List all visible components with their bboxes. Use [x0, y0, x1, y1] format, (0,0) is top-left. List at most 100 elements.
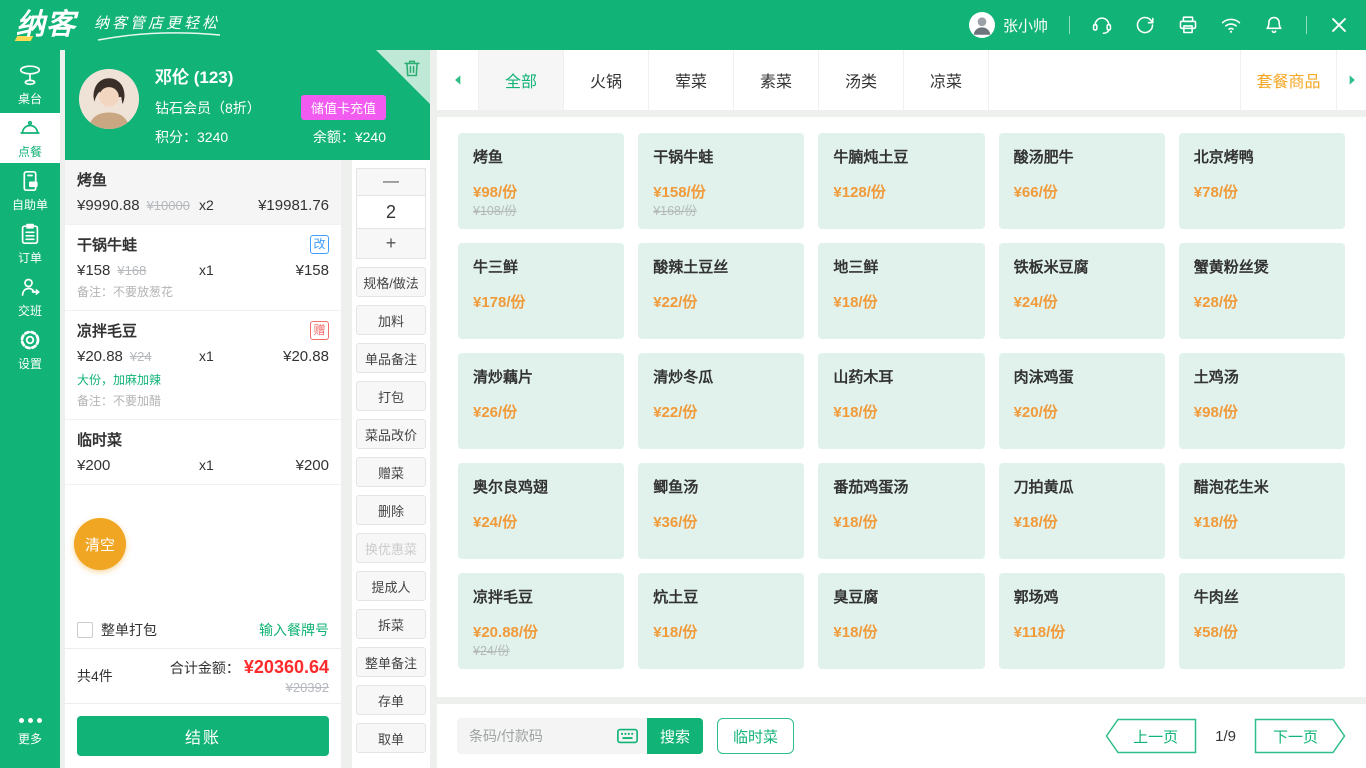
sidebar-item-orders[interactable]: 订单 [0, 219, 60, 269]
category-tabs: 全部 火锅 荤菜 素菜 汤类 凉菜 [479, 50, 989, 110]
menu-item-card[interactable]: 刀拍黄瓜 ¥18/份 [999, 463, 1165, 559]
order-item-quantity: x1 [199, 457, 251, 473]
menu-item-price: ¥18/份 [833, 291, 969, 312]
menu-panel: 烤鱼 ¥98/份 ¥108/份 干锅牛蛙 ¥158/份 ¥168/份 牛腩炖土豆… [437, 117, 1366, 697]
sync-icon[interactable] [1134, 14, 1156, 36]
sidebar-item-tables[interactable]: 桌台 [0, 60, 60, 110]
support-icon[interactable] [1091, 14, 1113, 36]
menu-item-card[interactable]: 郭场鸡 ¥118/份 [999, 573, 1165, 669]
tab-combo-products[interactable]: 套餐商品 [1240, 50, 1336, 110]
bell-icon[interactable] [1263, 14, 1285, 36]
next-page-button[interactable]: 下一页 [1254, 718, 1346, 754]
balance-value: ¥240 [355, 129, 386, 145]
pack-whole-order-checkbox[interactable] [77, 622, 93, 638]
category-tab[interactable]: 汤类 [819, 50, 904, 110]
quantity-minus-button[interactable]: — [356, 168, 426, 196]
action-button[interactable]: 打包 [356, 381, 426, 411]
quantity-plus-button[interactable]: + [356, 228, 426, 259]
action-button[interactable]: 删除 [356, 495, 426, 525]
search-button[interactable]: 搜索 [647, 718, 703, 754]
tabs-scroll-left-icon[interactable] [437, 50, 479, 110]
order-item-price: ¥200 [77, 457, 110, 474]
menu-item-card[interactable]: 干锅牛蛙 ¥158/份 ¥168/份 [638, 133, 804, 229]
menu-item-card[interactable]: 臭豆腐 ¥18/份 [818, 573, 984, 669]
menu-item-card[interactable]: 酸辣土豆丝 ¥22/份 [638, 243, 804, 339]
enter-table-number-link[interactable]: 输入餐牌号 [259, 620, 329, 640]
category-tab[interactable]: 素菜 [734, 50, 819, 110]
sidebar-item-self-order[interactable]: 自助单 [0, 166, 60, 216]
order-item-price: ¥158 [77, 262, 110, 279]
category-tab[interactable]: 火锅 [564, 50, 649, 110]
keyboard-icon[interactable] [616, 725, 639, 747]
action-button[interactable]: 存单 [356, 685, 426, 715]
order-item-header: 凉拌毛豆 赠 [77, 320, 329, 341]
close-icon[interactable] [1328, 14, 1350, 36]
action-button[interactable]: 菜品改价 [356, 419, 426, 449]
action-button[interactable]: 整单备注 [356, 647, 426, 677]
menu-item-card[interactable]: 蟹黄粉丝煲 ¥28/份 [1179, 243, 1345, 339]
order-item-price: ¥9990.88 [77, 197, 140, 214]
menu-item-price: ¥98/份 [473, 181, 609, 202]
user-chip[interactable]: 张小帅 [969, 12, 1048, 38]
menu-item-name: 牛三鲜 [473, 256, 609, 277]
menu-item-price: ¥158/份 [653, 181, 789, 202]
order-item[interactable]: 临时菜 ¥200 x1 ¥200 [65, 420, 341, 485]
menu-item-card[interactable]: 奥尔良鸡翅 ¥24/份 [458, 463, 624, 559]
menu-item-card[interactable]: 肉沫鸡蛋 ¥20/份 [999, 353, 1165, 449]
sidebar-item-label: 交班 [18, 302, 42, 319]
order-item-price-row: ¥9990.88 ¥10000 x2 ¥19981.76 [77, 197, 329, 214]
menu-item-card[interactable]: 烤鱼 ¥98/份 ¥108/份 [458, 133, 624, 229]
action-button[interactable]: 提成人 [356, 571, 426, 601]
category-tab[interactable]: 凉菜 [904, 50, 989, 110]
menu-item-card[interactable]: 醋泡花生米 ¥18/份 [1179, 463, 1345, 559]
menu-item-card[interactable]: 清炒藕片 ¥26/份 [458, 353, 624, 449]
sidebar-item-shift[interactable]: 交班 [0, 272, 60, 322]
category-tab[interactable]: 全部 [479, 50, 564, 110]
menu-item-card[interactable]: 酸汤肥牛 ¥66/份 [999, 133, 1165, 229]
topbar-divider [1306, 16, 1307, 34]
menu-item-card[interactable]: 牛肉丝 ¥58/份 [1179, 573, 1345, 669]
action-button[interactable]: 换优惠菜 [356, 533, 426, 563]
menu-item-card[interactable]: 牛三鲜 ¥178/份 [458, 243, 624, 339]
action-button[interactable]: 加料 [356, 305, 426, 335]
checkout-button[interactable]: 结账 [77, 716, 329, 756]
menu-item-card[interactable]: 牛腩炖土豆 ¥128/份 [818, 133, 984, 229]
sidebar-item-label: 桌台 [18, 90, 42, 107]
menu-item-card[interactable]: 鲫鱼汤 ¥36/份 [638, 463, 804, 559]
menu-item-card[interactable]: 地三鲜 ¥18/份 [818, 243, 984, 339]
total-amount: ¥20360.64 [244, 657, 329, 678]
sidebar-item-order-dishes[interactable]: 点餐 [0, 113, 60, 163]
action-button[interactable]: 单品备注 [356, 343, 426, 373]
action-button[interactable]: 拆菜 [356, 609, 426, 639]
recharge-button[interactable]: 储值卡充值 [301, 95, 386, 120]
menu-item-card[interactable]: 铁板米豆腐 ¥24/份 [999, 243, 1165, 339]
trash-icon[interactable] [401, 57, 423, 79]
order-item[interactable]: 烤鱼 ¥9990.88 ¥10000 x2 ¥19981.76 [65, 160, 341, 225]
menu-item-price: ¥98/份 [1194, 401, 1330, 422]
order-item[interactable]: 干锅牛蛙 改 ¥158 ¥168 x1 ¥158 备注：不要放葱花 [65, 225, 341, 311]
action-button[interactable]: 赠菜 [356, 457, 426, 487]
printer-icon[interactable] [1177, 14, 1199, 36]
menu-item-card[interactable]: 炕土豆 ¥18/份 [638, 573, 804, 669]
menu-item-card[interactable]: 北京烤鸭 ¥78/份 [1179, 133, 1345, 229]
menu-item-name: 干锅牛蛙 [653, 146, 789, 167]
menu-item-name: 铁板米豆腐 [1014, 256, 1150, 277]
sidebar-item-label: 更多 [18, 730, 42, 747]
order-item[interactable]: 凉拌毛豆 赠 ¥20.88 ¥24 x1 ¥20.88 大份，加麻加辣 备注：不… [65, 311, 341, 420]
sidebar-item-more[interactable]: 更多 [0, 705, 60, 755]
tabs-scroll-right-icon[interactable] [1336, 50, 1366, 110]
wifi-icon[interactable] [1220, 14, 1242, 36]
temp-dish-button[interactable]: 临时菜 [717, 718, 794, 754]
menu-item-card[interactable]: 山药木耳 ¥18/份 [818, 353, 984, 449]
prev-page-button[interactable]: 上一页 [1105, 718, 1197, 754]
action-button[interactable]: 取单 [356, 723, 426, 753]
menu-item-card[interactable]: 土鸡汤 ¥98/份 [1179, 353, 1345, 449]
order-item-total: ¥158 [251, 262, 329, 279]
menu-item-card[interactable]: 凉拌毛豆 ¥20.88/份 ¥24/份 [458, 573, 624, 669]
menu-item-card[interactable]: 番茄鸡蛋汤 ¥18/份 [818, 463, 984, 559]
menu-item-card[interactable]: 清炒冬瓜 ¥22/份 [638, 353, 804, 449]
action-button[interactable]: 规格/做法 [356, 267, 426, 297]
sidebar-item-settings[interactable]: 设置 [0, 325, 60, 375]
category-tab[interactable]: 荤菜 [649, 50, 734, 110]
clear-order-button[interactable]: 清空 [74, 518, 126, 570]
